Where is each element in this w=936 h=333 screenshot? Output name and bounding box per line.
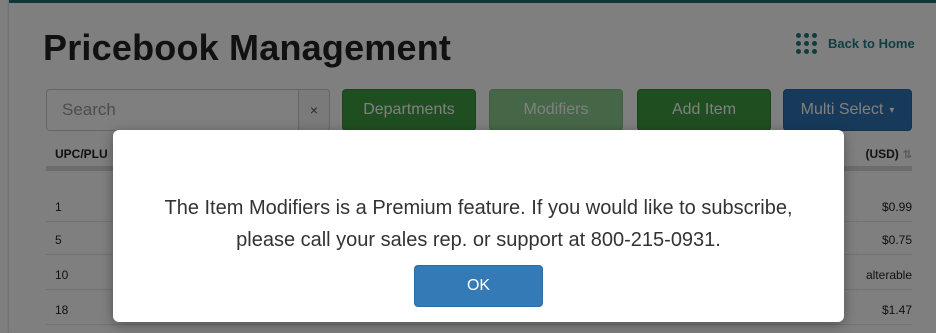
dialog-message: The Item Modifiers is a Premium feature.…: [123, 192, 834, 256]
dialog-message-line-2: please call your sales rep. or support a…: [236, 229, 721, 251]
dialog-message-line-1: The Item Modifiers is a Premium feature.…: [164, 197, 793, 219]
premium-feature-dialog: The Item Modifiers is a Premium feature.…: [113, 130, 844, 322]
ok-button[interactable]: OK: [414, 265, 543, 307]
